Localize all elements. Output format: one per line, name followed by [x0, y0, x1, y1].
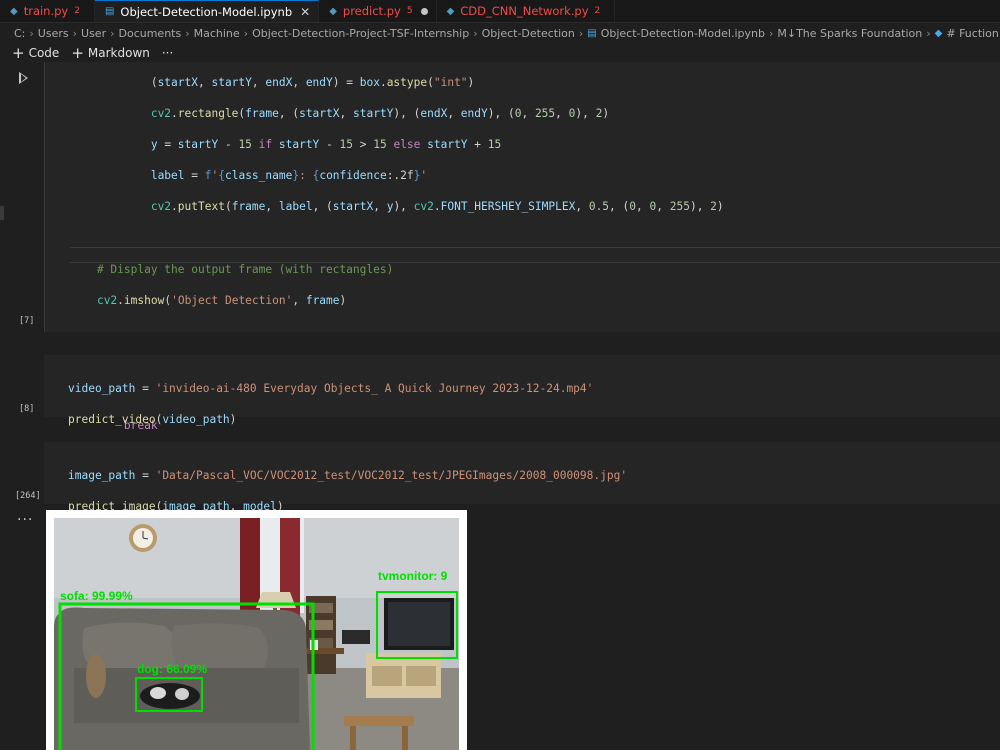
python-file-icon: ◆ — [446, 5, 455, 17]
code-line: # Display the output frame (with rectang… — [70, 262, 394, 276]
tab-train-py[interactable]: ◆ train.py 2 — [0, 0, 95, 22]
tab-object-detection-model[interactable]: ▤ Object-Detection-Model.ipynb ✕ — [94, 0, 320, 22]
code-line: image_path = 'Data/Pascal_VOC/VOC2012_te… — [68, 468, 628, 482]
chevron-right-icon: › — [768, 26, 774, 40]
python-file-icon: ◆ — [329, 5, 337, 17]
breadcrumb: C: › Users › User › Documents › Machine › Obj… — [0, 23, 1000, 43]
breadcrumb-item[interactable]: Machine — [194, 27, 240, 40]
chevron-right-icon: › — [473, 26, 478, 40]
plus-icon: + — [12, 43, 25, 62]
problem-count-badge: 5 — [406, 6, 413, 16]
breadcrumb-item[interactable]: Object-Detection — [482, 27, 575, 40]
code-line: (startX, startY, endX, endY) = box.astyp… — [70, 75, 475, 89]
tab-predict-py[interactable]: ◆ predict.py 5 — [319, 0, 437, 22]
tab-label: train.py — [23, 4, 69, 18]
add-markdown-label: Markdown — [87, 46, 150, 60]
code-line: cv2.imshow('Object Detection', frame) — [96, 293, 347, 307]
cell-focus-border — [44, 62, 45, 332]
tab-cdd-cnn-network[interactable]: ◆ CDD_CNN_Network.py 2 — [437, 0, 616, 22]
execution-count: [8] — [19, 404, 35, 414]
code-line: cv2.rectangle(frame, (startX, startY), (… — [150, 106, 610, 120]
photo-illustration: sofa: 99.99% dog: 66.09% tvmonitor: 9 — [54, 518, 459, 750]
unsaved-dot-icon[interactable] — [420, 7, 428, 15]
python-file-icon: ◆ — [10, 5, 18, 17]
problem-count-badge: 2 — [594, 6, 601, 16]
output-more-actions-button[interactable]: ··· — [17, 512, 33, 528]
breadcrumb-item[interactable]: # Fuction to predict on videos — [946, 27, 1000, 40]
sash-handle[interactable] — [0, 206, 4, 220]
cell-output-image: sofa: 99.99% dog: 66.09% tvmonitor: 9 — [46, 510, 467, 750]
chevron-right-icon: › — [110, 26, 115, 40]
code-line: label = f'{class_name}: {confidence:.2f}… — [150, 169, 428, 183]
chevron-right-icon: › — [29, 26, 34, 40]
execution-count: [264] — [15, 491, 41, 501]
editor-tab-bar: ◆ train.py 2 ▤ Object-Detection-Model.ip… — [0, 0, 1000, 23]
notebook-file-icon: ▤ — [587, 27, 597, 39]
cell-8-editor[interactable]: video_path = 'invideo-ai-480 Everyday Ob… — [68, 365, 593, 443]
tvmonitor-detection-label: tvmonitor: 9 — [378, 569, 448, 583]
tab-label: predict.py — [342, 4, 401, 18]
chevron-right-icon: › — [578, 26, 584, 40]
close-icon[interactable]: ✕ — [300, 5, 310, 19]
breadcrumb-item[interactable]: Object-Detection-Project-TSF-Internship — [252, 27, 469, 40]
notebook-file-icon: ▤ — [104, 6, 115, 17]
code-line: video_path = 'invideo-ai-480 Everyday Ob… — [68, 381, 594, 395]
more-actions-button[interactable]: ··· — [162, 46, 173, 60]
problem-count-badge: 2 — [74, 6, 80, 16]
cell-icon: ◆ — [934, 27, 943, 39]
chevron-right-icon: › — [72, 26, 78, 40]
breadcrumb-item[interactable]: M↓The Sparks Foundation — [777, 27, 922, 40]
breadcrumb-item[interactable]: Object-Detection-Model.ipynb — [601, 27, 765, 40]
breadcrumb-item[interactable]: User — [81, 27, 106, 40]
tab-label: CDD_CNN_Network.py — [460, 4, 589, 18]
run-cell-icon[interactable] — [19, 72, 28, 84]
chevron-right-icon: › — [243, 26, 249, 40]
code-line: y = startY - 15 if startY - 15 > 15 else… — [150, 137, 502, 151]
sofa-detection-label: sofa: 99.99% — [60, 589, 133, 603]
breadcrumb-item[interactable]: C: — [14, 27, 25, 40]
detection-photo: sofa: 99.99% dog: 66.09% tvmonitor: 9 — [54, 518, 459, 750]
breadcrumb-item[interactable]: Users — [38, 27, 69, 40]
add-code-label: Code — [28, 46, 60, 60]
breadcrumb-item[interactable]: Documents — [119, 27, 182, 40]
chevron-right-icon: › — [185, 26, 190, 40]
code-line: predict_video(video_path) — [68, 412, 237, 426]
chevron-right-icon: › — [926, 26, 931, 40]
execution-count: [7] — [19, 316, 35, 326]
add-code-cell-button[interactable]: + Code — [12, 43, 60, 62]
code-line: cv2.putText(frame, label, (startX, y), c… — [150, 200, 724, 214]
tab-label: Object-Detection-Model.ipynb — [120, 4, 293, 19]
dog-detection-label: dog: 66.09% — [137, 662, 207, 676]
